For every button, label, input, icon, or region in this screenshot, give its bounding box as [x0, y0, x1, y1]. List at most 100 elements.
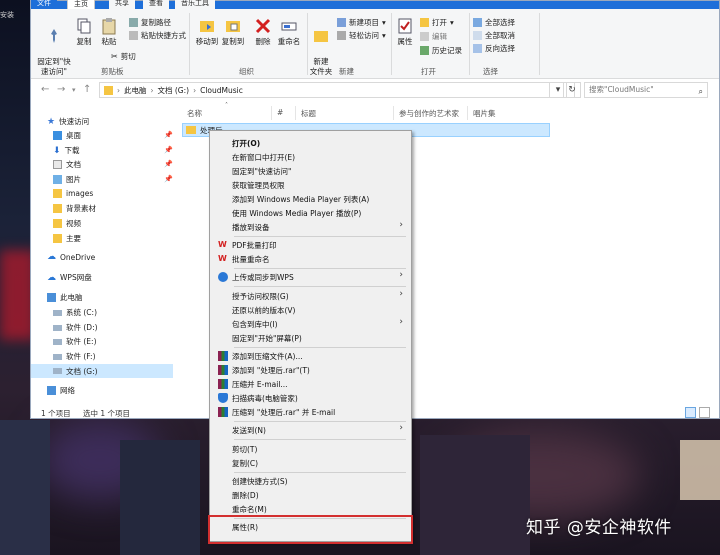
menu-add-to-rar[interactable]: 添加到 "处理后.rar"(T)	[212, 363, 409, 377]
menu-send-to[interactable]: 发送到(N) ›	[212, 423, 409, 437]
nav-drive-f[interactable]: 软件 (F:)	[53, 351, 96, 362]
delete-button[interactable]: 删除	[253, 17, 273, 47]
column-album[interactable]: 唱片集	[473, 108, 496, 119]
easy-access-icon	[337, 31, 346, 40]
back-arrow-icon[interactable]: ←	[41, 84, 49, 95]
menu-admin-rights[interactable]: 获取管理员权限	[212, 178, 409, 192]
nav-item-downloads[interactable]: ⬇ 下载	[53, 145, 80, 156]
tab-music-tools[interactable]: 音乐工具	[175, 0, 215, 9]
menu-cast-to-device[interactable]: 播放到设备 ›	[212, 220, 409, 234]
copy-folder-icon	[226, 21, 240, 32]
menu-open-new-window[interactable]: 在新窗口中打开(E)	[212, 150, 409, 164]
new-folder-button[interactable]: 新建 文件夹	[309, 17, 333, 77]
cut-button[interactable]: ✂ 剪切	[111, 51, 136, 62]
column-name[interactable]: 名称	[187, 108, 202, 119]
delete-label: 删除	[255, 37, 271, 46]
search-input[interactable]: 搜索"CloudMusic" ⌕	[584, 82, 708, 98]
nav-item-videos[interactable]: 视频	[53, 218, 81, 229]
nav-item-pictures[interactable]: 图片	[53, 174, 81, 185]
menu-cut[interactable]: 剪切(T)	[212, 442, 409, 456]
nav-drive-d[interactable]: 软件 (D:)	[53, 322, 98, 333]
nav-onedrive[interactable]: ☁ OneDrive	[47, 252, 95, 262]
tab-file[interactable]: 文件	[31, 0, 57, 9]
menu-delete[interactable]: 删除(D)	[212, 488, 409, 502]
menu-add-to-archive[interactable]: 添加到压缩文件(A)...	[212, 349, 409, 363]
new-item-button[interactable]: 新建项目 ▾	[337, 17, 386, 28]
tab-share[interactable]: 共享	[109, 0, 135, 9]
menu-rename[interactable]: 重命名(M)	[212, 502, 409, 516]
select-all-button[interactable]: 全部选择	[473, 17, 515, 28]
select-all-icon	[473, 18, 482, 27]
ribbon: 固定到"快 速访问" 复制 粘贴 复制路径 粘贴快捷方式 ✂ 剪切 剪贴板 移动…	[31, 9, 719, 79]
nav-item-background[interactable]: 背景素材	[53, 203, 96, 214]
recent-locations-icon[interactable]: ▾	[72, 86, 76, 94]
details-view-button[interactable]	[685, 407, 696, 418]
nav-drive-e[interactable]: 软件 (E:)	[53, 336, 97, 347]
paste-shortcut-icon	[129, 31, 138, 40]
menu-add-to-wmp-list[interactable]: 添加到 Windows Media Player 列表(A)	[212, 192, 409, 206]
paste-button[interactable]: 粘贴	[99, 17, 119, 47]
watermark: 知乎 @安企神软件	[526, 518, 672, 538]
menu-copy[interactable]: 复制(C)	[212, 456, 409, 470]
large-icons-view-button[interactable]	[699, 407, 710, 418]
nav-wps-drive[interactable]: ☁ WPS网盘	[47, 272, 92, 283]
menu-batch-rename[interactable]: W 批量重命名	[212, 252, 409, 266]
menu-label: 压缩到 "处理后.rar" 并 E-mail	[232, 407, 336, 417]
menu-compress-to-rar-email[interactable]: 压缩到 "处理后.rar" 并 E-mail	[212, 405, 409, 419]
column-artists[interactable]: 参与创作的艺术家	[399, 108, 459, 119]
move-to-button[interactable]: 移动到	[195, 17, 219, 47]
menu-include-in-library[interactable]: 包含到库中(I) ›	[212, 317, 409, 331]
edit-button[interactable]: 编辑	[420, 31, 447, 42]
nav-item-documents[interactable]: 文档	[53, 159, 81, 170]
properties-ribbon-button[interactable]: 属性	[395, 17, 415, 47]
nav-item-main[interactable]: 主要	[53, 233, 81, 244]
forward-arrow-icon[interactable]: →	[57, 84, 65, 95]
breadcrumb-cloudmusic[interactable]: CloudMusic	[200, 86, 243, 95]
address-bar[interactable]: › 此电脑 › 文档 (G:) › CloudMusic	[99, 82, 575, 98]
select-group-label: 选择	[483, 67, 498, 76]
folder-icon	[53, 219, 62, 228]
breadcrumb-drive-g[interactable]: 文档 (G:)	[158, 85, 190, 96]
menu-create-shortcut[interactable]: 创建快捷方式(S)	[212, 474, 409, 488]
menu-upload-wps[interactable]: 上传或同步到WPS ›	[212, 270, 409, 284]
nav-item-images[interactable]: images	[53, 189, 93, 198]
select-none-button[interactable]: 全部取消	[473, 30, 515, 41]
nav-label: 图片	[66, 175, 81, 184]
easy-access-button[interactable]: 轻松访问 ▾	[337, 30, 386, 41]
menu-pin-quick-access[interactable]: 固定到"快速访问"	[212, 164, 409, 178]
group-divider	[469, 13, 470, 75]
menu-virus-scan[interactable]: 扫描病毒(电脑管家)	[212, 391, 409, 405]
menu-play-with-wmp[interactable]: 使用 Windows Media Player 播放(P)	[212, 206, 409, 220]
nav-this-pc[interactable]: 此电脑	[47, 292, 83, 303]
nav-network[interactable]: 网络	[47, 385, 75, 396]
refresh-button[interactable]: ↻	[563, 82, 581, 98]
tab-home[interactable]: 主页	[67, 0, 95, 9]
nav-item-desktop[interactable]: 桌面	[53, 130, 81, 141]
breadcrumb-this-pc[interactable]: 此电脑	[124, 85, 147, 96]
navigation-pane: ★ 快速访问 桌面 📌 ⬇ 下载 📌 文档 📌 图片 📌 images 背景素材…	[31, 101, 173, 401]
menu-grant-access[interactable]: 授予访问权限(G) ›	[212, 289, 409, 303]
menu-open[interactable]: 打开(O)	[212, 136, 409, 150]
open-group-label: 打开	[421, 67, 436, 76]
copy-to-button[interactable]: 复制到	[221, 17, 245, 47]
paste-shortcut-button[interactable]: 粘贴快捷方式	[129, 30, 186, 41]
menu-restore-versions[interactable]: 还原以前的版本(V)	[212, 303, 409, 317]
history-button[interactable]: 历史记录	[420, 45, 462, 56]
nav-quick-access[interactable]: ★ 快速访问	[47, 116, 89, 127]
menu-compress-email[interactable]: 压缩并 E-mail...	[212, 377, 409, 391]
tab-view[interactable]: 查看	[143, 0, 169, 9]
copy-path-button[interactable]: 复制路径	[129, 17, 171, 28]
copy-button[interactable]: 复制	[75, 17, 93, 47]
rename-button[interactable]: 重命名	[277, 17, 301, 47]
menu-pdf-batch-print[interactable]: W PDF批量打印	[212, 238, 409, 252]
nav-drive-g[interactable]: 文档 (G:)	[31, 364, 173, 378]
menu-label: 添加到压缩文件(A)...	[232, 351, 303, 361]
up-arrow-icon[interactable]: ↑	[83, 84, 91, 95]
open-button[interactable]: 打开 ▾	[420, 17, 454, 28]
menu-pin-to-start[interactable]: 固定到"开始"屏幕(P)	[212, 331, 409, 345]
column-number[interactable]: #	[277, 108, 283, 117]
pin-to-quick-access-button[interactable]: 固定到"快 速访问"	[35, 17, 73, 77]
nav-drive-c[interactable]: 系统 (C:)	[53, 307, 97, 318]
invert-selection-button[interactable]: 反向选择	[473, 43, 515, 54]
column-title[interactable]: 标题	[301, 108, 316, 119]
